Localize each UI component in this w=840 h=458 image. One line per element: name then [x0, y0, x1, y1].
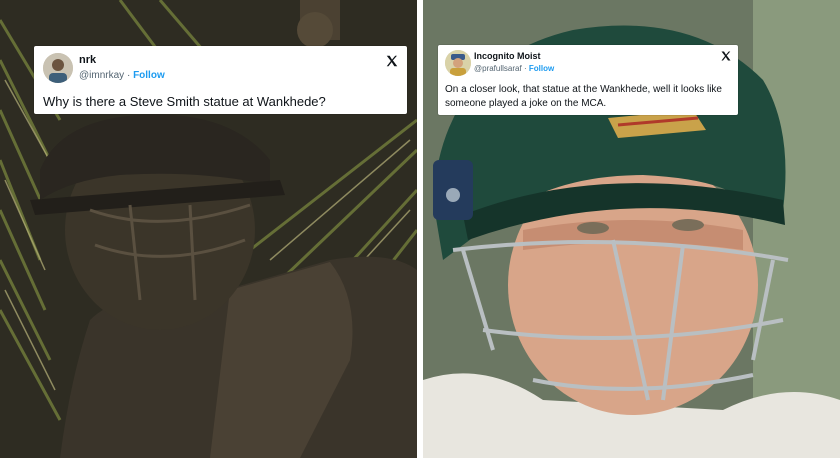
user-avatar[interactable] — [445, 50, 471, 76]
user-handle[interactable]: @prafullsaraf — [474, 64, 522, 73]
handle-line: @imnrkay · Follow — [79, 70, 165, 81]
user-name[interactable]: Incognito Moist — [474, 51, 541, 61]
x-logo-icon[interactable] — [720, 50, 732, 62]
follow-button[interactable]: Follow — [133, 70, 165, 81]
x-logo-icon[interactable] — [385, 54, 399, 68]
tweet-text: On a closer look, that statue at the Wan… — [445, 84, 722, 109]
tweet-card[interactable]: Incognito Moist @prafullsaraf · Follow O… — [438, 45, 738, 115]
follow-button[interactable]: Follow — [529, 64, 554, 73]
user-avatar-icon — [43, 53, 73, 83]
tweet-text: Why is there a Steve Smith statue at Wan… — [43, 94, 326, 109]
tweet-card[interactable]: nrk @imnrkay · Follow Why is there a Ste… — [34, 46, 407, 114]
separator: · — [126, 70, 131, 81]
user-avatar-icon — [445, 50, 471, 76]
cricketer-photo-panel: Incognito Moist @prafullsaraf · Follow O… — [423, 0, 840, 458]
user-avatar[interactable] — [43, 53, 73, 83]
user-handle[interactable]: @imnrkay — [79, 70, 124, 81]
user-name[interactable]: nrk — [79, 54, 96, 66]
separator: · — [523, 64, 527, 73]
statue-photo-panel: nrk @imnrkay · Follow Why is there a Ste… — [0, 0, 417, 458]
handle-line: @prafullsaraf · Follow — [474, 64, 554, 73]
